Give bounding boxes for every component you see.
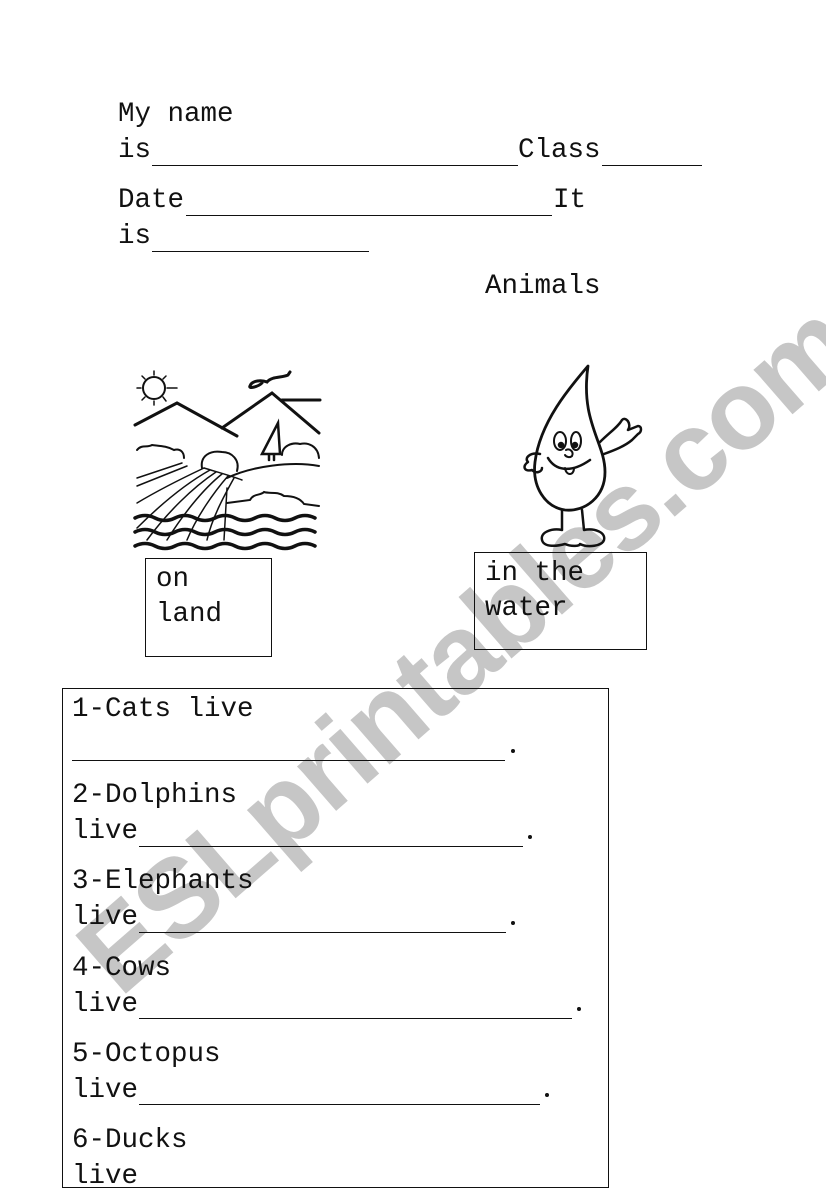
exercise-1-prompt: 1-Cats live	[72, 694, 254, 725]
exercise-6-prompt: 6-Ducks	[72, 1125, 188, 1156]
bush-left	[200, 450, 239, 472]
face	[546, 431, 592, 475]
legs	[540, 508, 606, 548]
date-field[interactable]	[186, 215, 552, 216]
cloud	[248, 370, 322, 402]
water-drop-character	[523, 364, 643, 548]
exercise-2-live: live	[72, 816, 139, 847]
exercise-2-answer[interactable]	[139, 846, 523, 847]
it-is-field[interactable]	[152, 251, 369, 252]
worksheet-title: Animals	[485, 271, 601, 302]
sun-icon	[136, 370, 178, 406]
hill	[226, 463, 320, 479]
label-land-line1: on	[156, 564, 190, 595]
exercise-4-live: live	[72, 989, 139, 1020]
exercise-3-prompt: 3-Elephants	[72, 866, 254, 897]
label-box-water[interactable]: in the water	[474, 552, 647, 650]
exercise-4-answer[interactable]	[139, 1018, 572, 1019]
exercise-2-period	[528, 835, 532, 839]
label-water-line1: in the	[485, 558, 585, 589]
name-field[interactable]	[152, 165, 518, 166]
exercise-5-answer[interactable]	[139, 1104, 540, 1105]
class-label: Class	[518, 135, 601, 166]
name-label-cont: is	[118, 135, 152, 166]
drop-body	[533, 364, 607, 512]
exercise-5-prompt: 5-Octopus	[72, 1039, 221, 1070]
exercise-4-period	[577, 1007, 581, 1011]
bush-right	[281, 442, 320, 459]
exercise-5-live: live	[72, 1075, 139, 1106]
grass	[226, 490, 320, 507]
trees-left	[136, 443, 185, 459]
exercise-3-period	[511, 921, 515, 925]
exercise-3-live: live	[72, 902, 139, 933]
exercise-4-prompt: 4-Cows	[72, 953, 172, 984]
exercise-1-answer[interactable]	[72, 760, 505, 761]
name-label: My name	[118, 99, 234, 130]
exercise-box: 1-Cats live 2-Dolphins live 3-Elephants …	[62, 688, 609, 1192]
waving-hand	[598, 417, 643, 456]
label-land-line2: land	[156, 599, 223, 630]
label-box-land[interactable]: on land	[145, 558, 272, 657]
landscape-illustration	[133, 370, 322, 551]
tree-icon	[259, 418, 282, 462]
exercise-3-answer[interactable]	[139, 932, 506, 933]
exercise-1-period	[511, 749, 515, 753]
class-field[interactable]	[602, 165, 702, 166]
fence	[136, 462, 188, 487]
label-water-line2: water	[485, 593, 568, 624]
exercise-6-live: live	[72, 1161, 139, 1192]
date-label: Date	[118, 185, 185, 216]
it-label: It	[553, 185, 587, 216]
mountain-left	[133, 401, 239, 438]
exercise-2-prompt: 2-Dolphins	[72, 780, 238, 811]
exercise-5-period	[545, 1093, 549, 1097]
it-is-label: is	[118, 221, 152, 252]
